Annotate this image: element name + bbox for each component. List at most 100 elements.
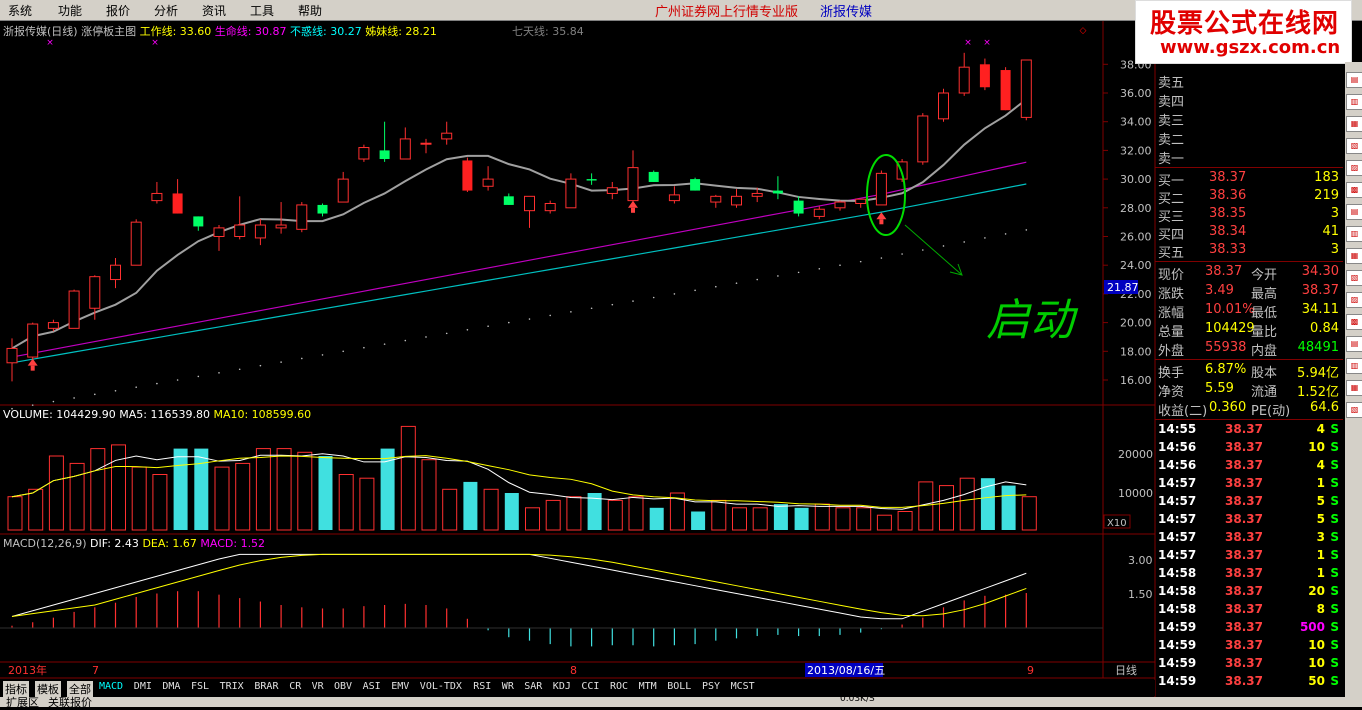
volume-bar [152,474,168,531]
volume-bar [876,514,892,531]
annotation-text: 启动 [986,295,1079,346]
tick-price: 38.37 [1225,602,1263,616]
tick-price: 38.37 [1225,494,1263,508]
tick-side: S [1330,620,1339,634]
tab-macd[interactable]: MACD [99,681,123,692]
tab-wr[interactable]: WR [502,681,514,692]
bid-label: 买二 [1158,192,1185,207]
tab-psy[interactable]: PSY [702,681,720,692]
tick-row: 14:59 38.37 500 S [1155,620,1343,638]
tab-vol-tdx[interactable]: VOL-TDX [420,681,462,692]
tool-icon[interactable]: ▦ [1346,116,1362,132]
date-cursor: 2013/08/16/五 [807,664,885,677]
volume-bar [732,507,747,531]
volume-bar [28,488,44,531]
tab-roc[interactable]: ROC [610,681,628,692]
tab-trix[interactable]: TRIX [220,681,244,692]
buhuo-line-label: 不惑线: 30.27 [290,25,362,38]
quote-label: 涨跌 [1158,287,1185,302]
tab-vr[interactable]: VR [312,681,324,692]
volume-bar [255,448,271,531]
tool-icon[interactable]: ▨ [1346,160,1362,176]
tool-icon[interactable]: ▥ [1346,358,1362,374]
candle-body [586,179,597,181]
tick-side: S [1330,512,1339,526]
tick-price: 38.37 [1225,638,1263,652]
candle-body [317,204,328,214]
tab-cr[interactable]: CR [289,681,301,692]
tick-row: 14:57 38.37 5 S [1155,512,1343,530]
tab-dmi[interactable]: DMI [134,681,152,692]
tab-brar[interactable]: BRAR [254,681,278,692]
tool-icon[interactable]: ▤ [1346,336,1362,352]
quote-value: 38.37 [1301,283,1339,298]
tool-icon[interactable]: ▥ [1346,226,1362,242]
tick-volume: 4 [1316,422,1325,436]
tick-time: 14:57 [1158,512,1197,526]
quote-row: 涨跌 3.49 最高 38.37 [1155,283,1343,302]
volume-bar [297,451,313,531]
tab-fsl[interactable]: FSL [191,681,209,692]
quote-value: 104429 [1205,321,1255,336]
tab-obv[interactable]: OBV [334,681,352,692]
top-marker-icon: × [983,38,991,48]
tab-rsi[interactable]: RSI [473,681,491,692]
tab-asi[interactable]: ASI [363,681,381,692]
quote-row: 换手 6.87% 股本 5.94亿 [1155,362,1343,381]
tick-price: 38.37 [1225,440,1263,454]
candle-body [1000,70,1011,111]
expand-area-tab[interactable]: 扩展区 [6,694,39,710]
quote-row: 涨幅 10.01% 最低 34.11 [1155,302,1343,321]
tool-icon[interactable]: ▩ [1346,182,1362,198]
tick-side: S [1330,548,1339,562]
tab-cci[interactable]: CCI [581,681,599,692]
watermark-url: www.gszx.com.cn [1160,37,1341,58]
macd-value: MACD: 1.52 [200,537,266,550]
tool-icon[interactable]: ▧ [1346,402,1362,418]
watermark-title: 股票公式在线网 [1150,9,1340,39]
quote-label: 现价 [1158,268,1185,283]
quote-value: 1.52亿 [1297,385,1339,400]
tool-icon[interactable]: ▩ [1346,314,1362,330]
candle-body [627,167,639,202]
candle-body [772,190,783,194]
tool-icon[interactable]: ▤ [1346,204,1362,220]
tool-icon[interactable]: ▤ [1346,72,1362,88]
bid-label: 买四 [1158,228,1185,243]
volume-bar [794,507,809,530]
volume-ma10: MA10: 108599.60 [213,408,312,421]
volume-bar [194,448,209,530]
tick-side: S [1330,674,1339,688]
bid-volume: 219 [1314,188,1339,203]
volume-bar [691,511,706,530]
volume-value: VOLUME: 104429.90 [3,408,116,421]
tool-icon[interactable]: ▧ [1346,138,1362,154]
tick-volume: 50 [1308,674,1325,688]
related-quote-tab[interactable]: 关联报价 [48,694,92,710]
tick-volume: 1 [1316,566,1325,580]
tool-icon[interactable]: ▦ [1346,248,1362,264]
volume-bar [90,448,106,531]
tick-time: 14:57 [1158,530,1197,544]
volume-bar [814,503,830,531]
tick-time: 14:56 [1158,458,1197,472]
tool-icon[interactable]: ▥ [1346,94,1362,110]
volume-bar [173,448,188,530]
tab-emv[interactable]: EMV [391,681,409,692]
tab-kdj[interactable]: KDJ [553,681,571,692]
tick-volume: 1 [1316,548,1325,562]
quote-label: 内盘 [1251,344,1278,359]
tab-boll[interactable]: BOLL [667,681,691,692]
tick-time: 14:58 [1158,584,1197,598]
tab-mtm[interactable]: MTM [639,681,657,692]
tool-icon[interactable]: ▦ [1346,380,1362,396]
tab-mcst[interactable]: MCST [731,681,755,692]
bid-row: 买三 38.35 3 [1155,206,1343,225]
volume-bar [318,456,333,530]
tool-icon[interactable]: ▧ [1346,270,1362,286]
tab-dma[interactable]: DMA [162,681,180,692]
tab-sar[interactable]: SAR [524,681,542,692]
tick-price: 38.37 [1225,584,1263,598]
volume-header: VOLUME: 104429.90 MA5: 116539.80 MA10: 1… [3,408,311,421]
tool-icon[interactable]: ▨ [1346,292,1362,308]
